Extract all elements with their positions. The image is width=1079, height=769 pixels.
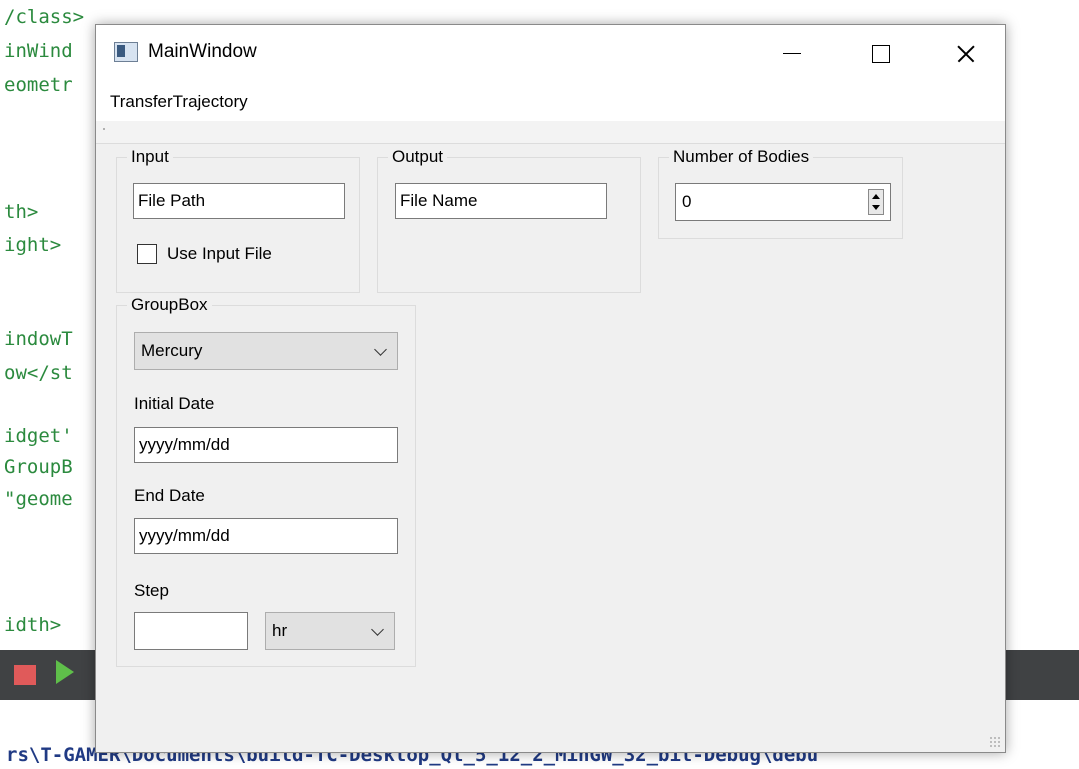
- file-name-input[interactable]: File Name: [395, 183, 607, 219]
- code-line: idth>: [4, 614, 62, 636]
- output-groupbox: Output File Name: [377, 147, 641, 293]
- menu-transfer-trajectory[interactable]: TransferTrajectory: [110, 92, 248, 112]
- code-line: /class>: [4, 6, 85, 28]
- chevron-down-icon: [371, 623, 384, 636]
- window-title: MainWindow: [148, 41, 257, 62]
- code-line: indowT: [4, 328, 73, 350]
- file-path-input[interactable]: File Path: [133, 183, 345, 219]
- menu-bar: TransferTrajectory: [96, 83, 1005, 121]
- resize-grip-icon[interactable]: [989, 736, 1001, 748]
- step-input[interactable]: [134, 612, 248, 650]
- code-line: th>: [4, 201, 39, 223]
- step-unit-combobox[interactable]: hr: [265, 612, 395, 650]
- central-widget: Input File Path Use Input File Output Fi…: [96, 144, 1005, 752]
- minimize-button[interactable]: [769, 33, 815, 73]
- end-date-input[interactable]: yyyy/mm/dd: [134, 518, 398, 554]
- spinbox-value: 0: [682, 192, 692, 211]
- main-window: MainWindow TransferTrajectory Input File…: [95, 24, 1006, 753]
- number-of-bodies-spinbox[interactable]: 0: [675, 183, 891, 221]
- input-groupbox: Input File Path Use Input File: [116, 147, 360, 293]
- code-line: ow</st: [4, 362, 73, 384]
- bodies-group-title: Number of Bodies: [669, 147, 814, 167]
- code-line: ight>: [4, 234, 62, 256]
- planet-selected: Mercury: [141, 341, 203, 360]
- use-input-file-checkbox[interactable]: [137, 244, 157, 264]
- code-line: inWind: [4, 40, 73, 62]
- number-of-bodies-groupbox: Number of Bodies 0: [658, 147, 903, 239]
- code-line: "geome: [4, 488, 73, 510]
- maximize-button[interactable]: [858, 33, 904, 73]
- planet-groupbox: GroupBox Mercury Initial Date yyyy/mm/dd…: [116, 295, 416, 667]
- groupbox-title: GroupBox: [127, 295, 212, 315]
- use-input-file-label[interactable]: Use Input File: [167, 244, 272, 264]
- stop-icon[interactable]: [14, 665, 36, 685]
- code-line: GroupB: [4, 456, 73, 478]
- code-line: idget': [4, 425, 73, 447]
- planet-combobox[interactable]: Mercury: [134, 332, 398, 370]
- title-bar[interactable]: MainWindow: [96, 25, 1005, 83]
- spin-arrows[interactable]: [868, 189, 884, 215]
- code-line: eometr: [4, 74, 73, 96]
- input-group-title: Input: [127, 147, 173, 167]
- run-debug-icon[interactable]: [56, 660, 74, 684]
- end-date-label: End Date: [134, 486, 205, 505]
- chevron-down-icon: [374, 343, 387, 356]
- toolbar-area: [96, 121, 1005, 144]
- step-label: Step: [134, 581, 169, 600]
- output-group-title: Output: [388, 147, 448, 167]
- step-unit-selected: hr: [272, 621, 288, 640]
- spin-down-icon[interactable]: [872, 205, 880, 210]
- initial-date-input[interactable]: yyyy/mm/dd: [134, 427, 398, 463]
- close-button[interactable]: [943, 33, 989, 73]
- initial-date-label: Initial Date: [134, 394, 215, 413]
- spin-up-icon[interactable]: [872, 194, 880, 199]
- app-window-icon: [114, 42, 138, 62]
